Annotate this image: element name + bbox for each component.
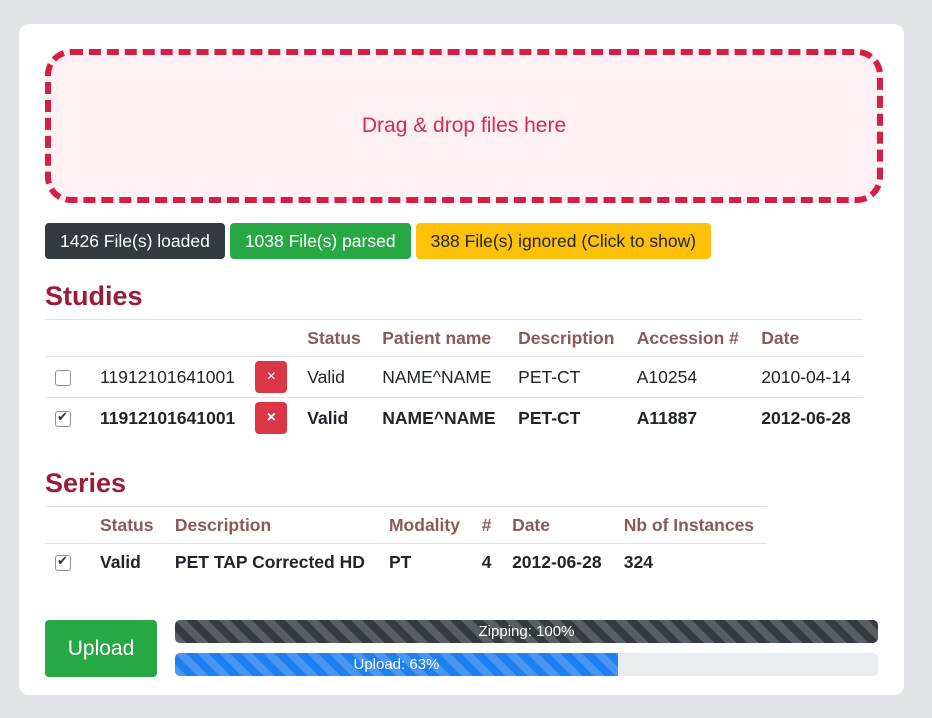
studies-header-row: Status Patient name Description Accessio… (45, 319, 863, 357)
header-accession: Accession # (626, 319, 752, 357)
header-date: Date (751, 319, 863, 357)
series-row[interactable]: Valid PET TAP Corrected HD PT 4 2012-06-… (45, 543, 767, 580)
series-number: 4 (471, 543, 503, 580)
study-row[interactable]: 11912101641001 × Valid NAME^NAME PET-CT … (45, 356, 863, 398)
study-accession: A11887 (626, 397, 752, 438)
header-date: Date (502, 506, 614, 544)
zipping-progress-bar: Zipping: 100% (175, 620, 878, 643)
study-id: 11912101641001 (90, 356, 246, 398)
file-status-badges: 1426 File(s) loaded 1038 File(s) parsed … (45, 223, 712, 259)
series-modality: PT (378, 543, 472, 580)
file-dropzone[interactable]: Drag & drop files here (45, 49, 883, 203)
study-patient-name: NAME^NAME (372, 356, 509, 398)
zipping-progress-fill: Zipping: 100% (175, 620, 878, 643)
study-description: PET-CT (508, 397, 627, 438)
header-instances: Nb of Instances (613, 506, 767, 544)
study-date: 2012-06-28 (751, 397, 863, 438)
study-status: Valid (297, 397, 373, 438)
series-description: PET TAP Corrected HD (164, 543, 379, 580)
upload-button[interactable]: Upload (45, 620, 157, 677)
study-delete-cell: × (245, 397, 298, 438)
series-select-cell (45, 543, 90, 580)
study-patient-name: NAME^NAME (372, 397, 509, 438)
study-checkbox[interactable] (55, 369, 71, 386)
header-description: Description (508, 319, 627, 357)
close-icon[interactable]: × (255, 402, 288, 434)
series-status: Valid (90, 543, 165, 580)
series-checkbox[interactable] (55, 553, 71, 571)
series-title: Series (45, 468, 127, 498)
study-row[interactable]: 11912101641001 × Valid NAME^NAME PET-CT … (45, 397, 863, 438)
study-select-cell (45, 397, 90, 438)
study-select-cell (45, 356, 90, 398)
study-id: 11912101641001 (90, 397, 246, 438)
studies-title: Studies (45, 281, 143, 311)
close-icon[interactable]: × (255, 361, 288, 393)
header-number: # (471, 506, 503, 544)
study-status: Valid (297, 356, 373, 398)
files-parsed-badge: 1038 File(s) parsed (229, 223, 411, 259)
upload-progress-fill: Upload: 63% (175, 653, 618, 676)
header-actions (245, 319, 298, 357)
series-header-row: Status Description Modality # Date Nb of… (45, 506, 767, 544)
study-accession: A10254 (626, 356, 752, 398)
header-description: Description (164, 506, 379, 544)
header-status: Status (90, 506, 165, 544)
files-ignored-badge[interactable]: 388 File(s) ignored (Click to show) (415, 223, 712, 259)
study-delete-cell: × (245, 356, 298, 398)
header-select (45, 319, 90, 357)
files-loaded-badge: 1426 File(s) loaded (45, 223, 225, 259)
study-checkbox[interactable] (55, 409, 71, 427)
upload-progress-bar: Upload: 63% (175, 653, 878, 676)
series-table: Status Description Modality # Date Nb of… (45, 506, 767, 580)
series-date: 2012-06-28 (502, 543, 614, 580)
series-instances: 324 (613, 543, 767, 580)
header-id (90, 319, 246, 357)
studies-table: Status Patient name Description Accessio… (45, 319, 863, 438)
study-description: PET-CT (508, 356, 627, 398)
main-card: Drag & drop files here 1426 File(s) load… (19, 24, 904, 695)
study-date: 2010-04-14 (751, 356, 863, 398)
header-status: Status (297, 319, 373, 357)
header-patient-name: Patient name (372, 319, 509, 357)
header-modality: Modality (378, 506, 472, 544)
header-select (45, 506, 90, 544)
dropzone-text: Drag & drop files here (361, 114, 567, 137)
